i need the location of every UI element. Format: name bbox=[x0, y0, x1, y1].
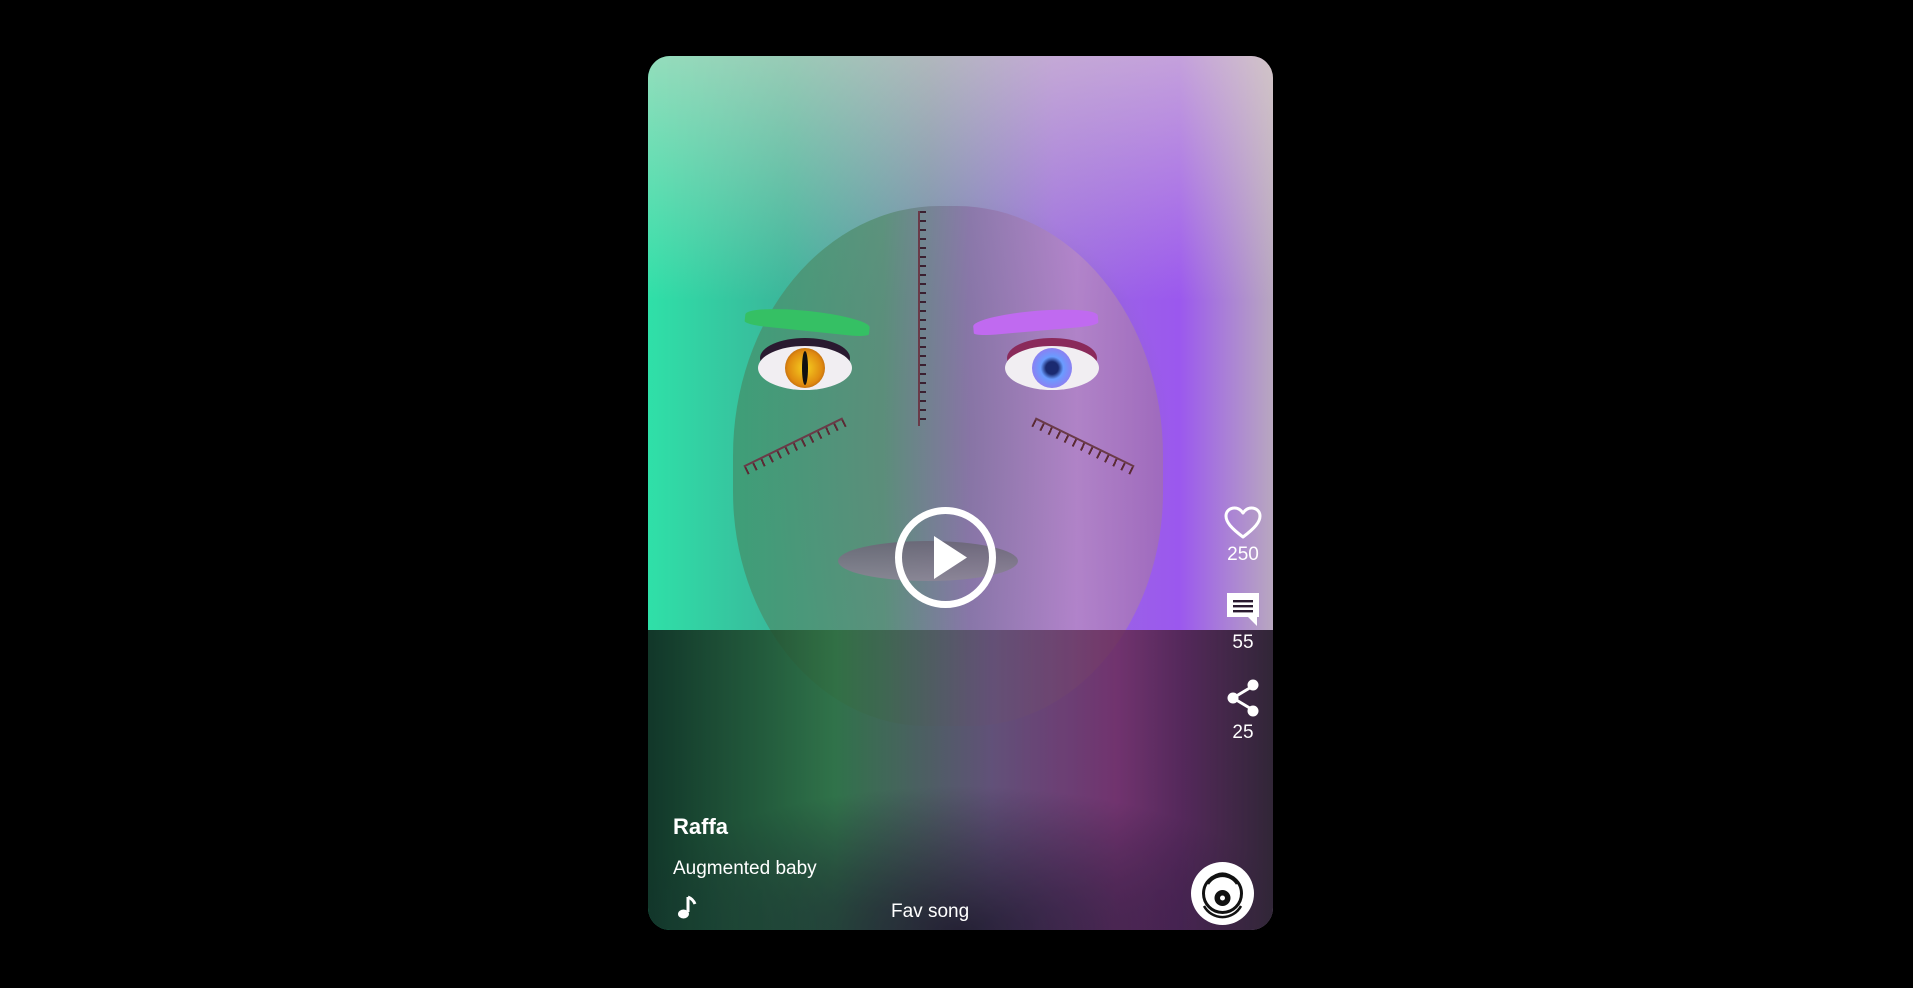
music-disc-button[interactable] bbox=[1191, 862, 1254, 925]
action-rail: 250 55 25 bbox=[1213, 506, 1273, 744]
song-name[interactable]: Fav song bbox=[891, 901, 969, 923]
share-count: 25 bbox=[1232, 722, 1254, 743]
comment-button[interactable]: 55 bbox=[1224, 590, 1262, 654]
play-button[interactable] bbox=[894, 506, 997, 609]
comment-count: 55 bbox=[1232, 632, 1254, 653]
video-frame bbox=[648, 56, 1273, 930]
like-count: 250 bbox=[1227, 544, 1259, 565]
heart-icon bbox=[1224, 506, 1262, 539]
like-button[interactable]: 250 bbox=[1224, 506, 1262, 566]
music-note-icon bbox=[678, 895, 697, 919]
vinyl-disc-icon bbox=[1202, 872, 1243, 919]
username[interactable]: Raffa bbox=[673, 814, 728, 840]
play-icon bbox=[895, 507, 996, 608]
share-icon bbox=[1227, 679, 1259, 717]
video-card[interactable]: 250 55 25 Raffa Augmented baby Fav song bbox=[648, 56, 1273, 930]
video-caption: Augmented baby bbox=[673, 858, 817, 879]
comment-icon bbox=[1227, 593, 1259, 626]
share-button[interactable]: 25 bbox=[1224, 678, 1262, 744]
